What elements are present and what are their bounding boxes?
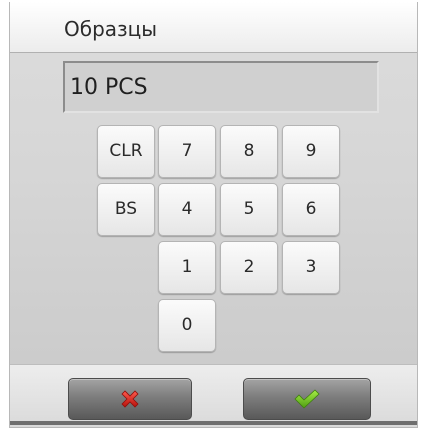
digit-9-key[interactable]: 9 bbox=[282, 125, 340, 178]
confirm-button[interactable] bbox=[243, 378, 371, 420]
digit-4-key[interactable]: 4 bbox=[158, 183, 216, 236]
digit-0-key[interactable]: 0 bbox=[158, 299, 216, 352]
samples-dialog: Образцы 10 PCS CLR 7 8 9 BS 4 5 6 1 2 3 … bbox=[9, 2, 418, 428]
digit-8-key[interactable]: 8 bbox=[220, 125, 278, 178]
cancel-button[interactable] bbox=[68, 378, 192, 420]
title-bar: Образцы bbox=[10, 2, 417, 53]
check-icon bbox=[294, 389, 320, 409]
bottom-divider bbox=[10, 421, 417, 425]
digit-3-key[interactable]: 3 bbox=[282, 241, 340, 294]
cross-icon bbox=[121, 390, 139, 408]
value-display-text: 10 PCS bbox=[70, 75, 148, 100]
digit-1-key[interactable]: 1 bbox=[158, 241, 216, 294]
digit-5-key[interactable]: 5 bbox=[220, 183, 278, 236]
page-title: Образцы bbox=[64, 17, 158, 41]
backspace-key[interactable]: BS bbox=[97, 183, 155, 236]
digit-7-key[interactable]: 7 bbox=[158, 125, 216, 178]
clear-key[interactable]: CLR bbox=[97, 125, 155, 178]
digit-2-key[interactable]: 2 bbox=[220, 241, 278, 294]
value-display: 10 PCS bbox=[63, 61, 379, 113]
digit-6-key[interactable]: 6 bbox=[282, 183, 340, 236]
